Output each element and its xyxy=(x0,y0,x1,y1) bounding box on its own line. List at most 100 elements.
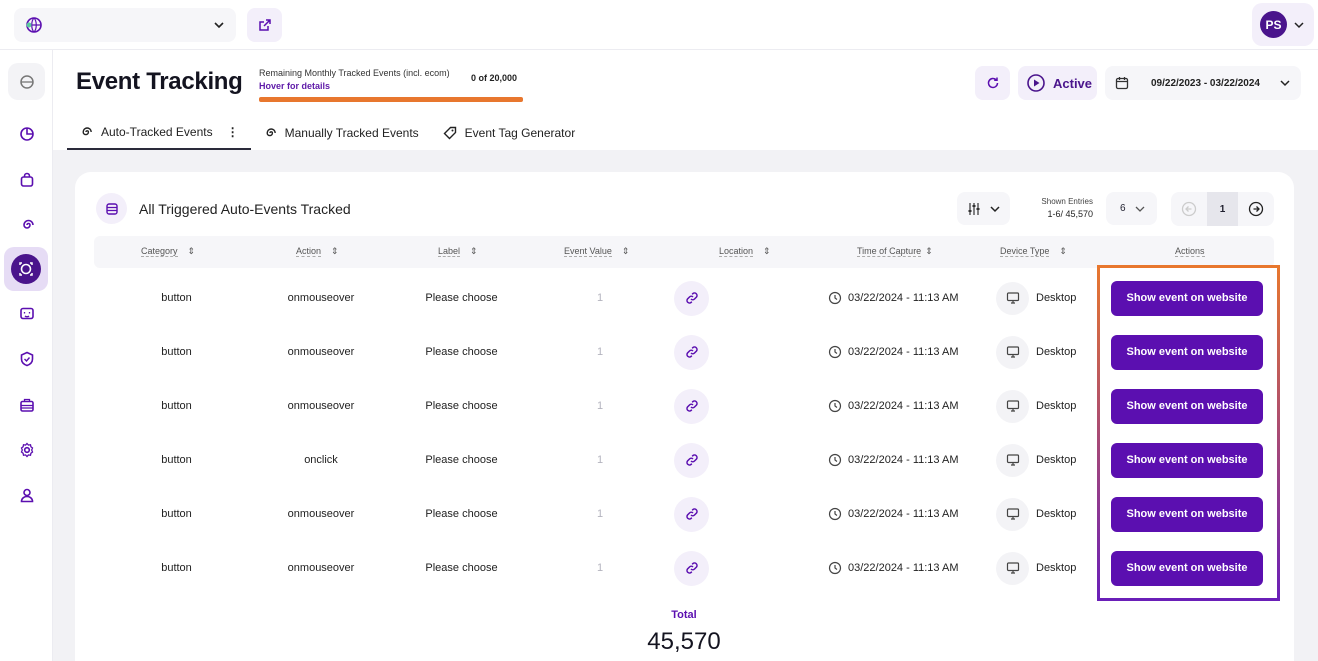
sort-icon: ⇕ xyxy=(621,246,630,256)
column-header-label-col[interactable]: Label ⇕ xyxy=(438,246,478,257)
tab-event-tag-generator[interactable]: Event Tag Generator xyxy=(431,116,588,150)
sidebar-item-event-tracking[interactable] xyxy=(4,247,48,291)
sidebar-item-funnels[interactable] xyxy=(8,206,45,243)
quota-progress-bar xyxy=(259,97,523,102)
entries-per-page-value: 6 xyxy=(1120,203,1126,214)
sidebar-item-account[interactable] xyxy=(8,476,45,513)
location-link-button[interactable] xyxy=(674,388,709,424)
device-value: Desktop xyxy=(1036,346,1077,358)
top-bar: PS xyxy=(0,0,1318,50)
entries-per-page-select[interactable]: 6 xyxy=(1106,192,1157,225)
site-selector[interactable] xyxy=(14,8,236,42)
settings-icon xyxy=(20,442,33,457)
device-value: Desktop xyxy=(1036,508,1077,520)
time-value: 03/22/2024 - 11:13 AM xyxy=(848,454,959,466)
clock-icon xyxy=(828,507,842,521)
cell-event-value: 1 xyxy=(596,400,604,412)
sliders-icon xyxy=(968,202,979,215)
date-range-picker[interactable]: 09/22/2023 - 03/22/2024 xyxy=(1105,66,1301,100)
briefcase-icon xyxy=(19,398,34,412)
cell-event-value: 1 xyxy=(596,562,604,574)
cell-event-value: 1 xyxy=(596,454,604,466)
clock-icon xyxy=(828,345,842,359)
database-icon xyxy=(96,193,127,224)
tab-label: Manually Tracked Events xyxy=(284,126,419,140)
refresh-button[interactable] xyxy=(975,66,1010,100)
quota-count: 0 of 20,000 xyxy=(471,73,518,83)
column-header-category[interactable]: Category ⇕ xyxy=(141,246,195,257)
cell-category: button xyxy=(161,508,192,520)
link-icon xyxy=(685,346,698,358)
sidebar-item-ecommerce[interactable] xyxy=(8,161,45,198)
column-header-actions: Actions xyxy=(1175,246,1205,257)
location-link-button[interactable] xyxy=(674,496,709,532)
cell-time: 03/22/2024 - 11:13 AM xyxy=(828,487,978,541)
cell-time: 03/22/2024 - 11:13 AM xyxy=(828,325,978,379)
previous-page-button[interactable] xyxy=(1171,201,1207,217)
column-filter-button[interactable] xyxy=(957,192,1010,225)
cell-category: button xyxy=(161,346,192,358)
external-link-icon xyxy=(258,19,271,31)
sidebar-active-indicator xyxy=(11,254,41,284)
cell-action: onmouseover xyxy=(287,292,355,304)
column-header-time-of-capture[interactable]: Time of Capture ⇕ xyxy=(857,246,933,257)
cell-label: Please choose xyxy=(425,508,498,520)
desktop-icon xyxy=(996,497,1029,531)
tab-auto-tracked-events[interactable]: Auto-Tracked Events ⋮ xyxy=(67,116,251,150)
tab-manually-tracked-events[interactable]: Manually Tracked Events xyxy=(251,116,431,150)
shown-entries: Shown Entries 1-6/ 45,570 xyxy=(1030,197,1093,219)
column-header-label: Device Type xyxy=(1000,246,1050,257)
chevron-down-icon xyxy=(989,205,1000,212)
cell-device: Desktop xyxy=(996,487,1096,541)
column-header-location[interactable]: Location ⇕ xyxy=(719,246,771,257)
total-value: 45,570 xyxy=(647,628,721,655)
column-header-label: Label xyxy=(438,246,461,257)
location-link-button[interactable] xyxy=(674,550,709,586)
column-header-event-value[interactable]: Event Value ⇕ xyxy=(564,246,629,257)
location-link-button[interactable] xyxy=(674,442,709,478)
sidebar-item-feedback[interactable] xyxy=(8,295,45,332)
desktop-icon xyxy=(996,281,1029,315)
sidebar xyxy=(0,50,53,661)
location-link-button[interactable] xyxy=(674,334,709,370)
cell-device: Desktop xyxy=(996,379,1096,433)
desktop-icon xyxy=(996,551,1029,585)
link-icon xyxy=(685,562,698,574)
time-value: 03/22/2024 - 11:13 AM xyxy=(848,508,959,520)
sort-icon: ⇕ xyxy=(331,246,339,256)
cell-category: button xyxy=(161,400,192,412)
time-value: 03/22/2024 - 11:13 AM xyxy=(848,292,959,304)
link-icon xyxy=(685,508,698,520)
cell-location xyxy=(674,271,709,325)
sidebar-item-analytics[interactable] xyxy=(8,115,45,152)
next-page-button[interactable] xyxy=(1238,201,1274,217)
tab-options-icon[interactable]: ⋮ xyxy=(227,125,239,139)
user-icon xyxy=(20,488,33,502)
column-header-action[interactable]: Action ⇕ xyxy=(296,246,339,257)
sidebar-item-settings[interactable] xyxy=(8,431,45,468)
sidebar-item-reports[interactable] xyxy=(8,386,45,423)
column-header-label: Event Value xyxy=(564,246,612,257)
clock-icon xyxy=(828,399,842,413)
cell-location xyxy=(674,487,709,541)
spiral-icon xyxy=(82,127,92,136)
total-label: Total xyxy=(671,609,697,621)
location-link-button[interactable] xyxy=(674,280,709,316)
column-header-label: Time of Capture xyxy=(857,246,922,257)
current-page[interactable]: 1 xyxy=(1207,192,1238,226)
device-value: Desktop xyxy=(1036,400,1077,412)
cell-category: button xyxy=(161,454,192,466)
tracking-status-button[interactable]: Active xyxy=(1018,66,1097,100)
cell-time: 03/22/2024 - 11:13 AM xyxy=(828,541,978,595)
open-external-button[interactable] xyxy=(247,8,282,42)
sidebar-item-dashboard[interactable] xyxy=(8,63,45,100)
column-header-device-type[interactable]: Device Type ⇕ xyxy=(1000,246,1067,257)
tracked-events-quota[interactable]: Remaining Monthly Tracked Events (incl. … xyxy=(259,68,523,102)
spiral-icon xyxy=(22,219,34,229)
user-menu[interactable]: PS xyxy=(1252,3,1314,46)
desktop-icon xyxy=(996,389,1029,423)
globe-icon xyxy=(26,17,42,33)
sidebar-item-privacy[interactable] xyxy=(8,340,45,377)
sort-icon: ⇕ xyxy=(187,246,196,256)
sort-icon: ⇕ xyxy=(763,246,771,256)
